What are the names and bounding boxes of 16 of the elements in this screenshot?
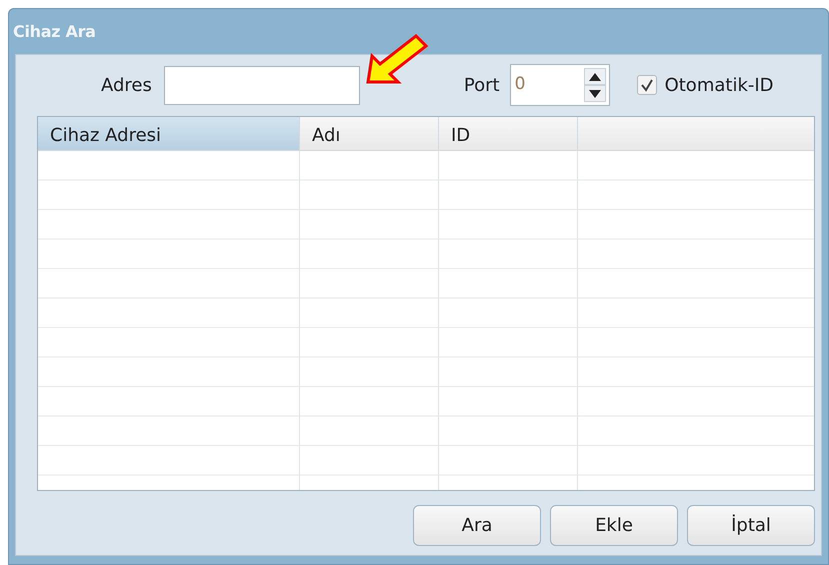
address-label: Adres xyxy=(100,74,152,98)
dialog-button[interactable]: İptal xyxy=(687,505,815,546)
spin-down-button[interactable] xyxy=(584,85,606,102)
up-triangle-icon xyxy=(588,72,601,80)
checkbox-label: Otomatik-ID xyxy=(664,74,774,98)
down-triangle-icon xyxy=(588,90,601,98)
window-title: Cihaz Ara xyxy=(12,21,97,43)
spin-up-button[interactable] xyxy=(584,68,606,85)
dialog-button[interactable]: Ekle xyxy=(550,505,678,546)
address-field[interactable] xyxy=(164,66,360,104)
checkbox[interactable] xyxy=(636,75,657,95)
column-header[interactable]: Cihaz Adresi xyxy=(38,117,300,151)
column-header[interactable]: ID xyxy=(439,117,578,151)
dialog-button[interactable]: Ara xyxy=(413,505,541,546)
column-header[interactable]: Adı xyxy=(300,117,439,151)
port-label: Port xyxy=(464,74,500,98)
